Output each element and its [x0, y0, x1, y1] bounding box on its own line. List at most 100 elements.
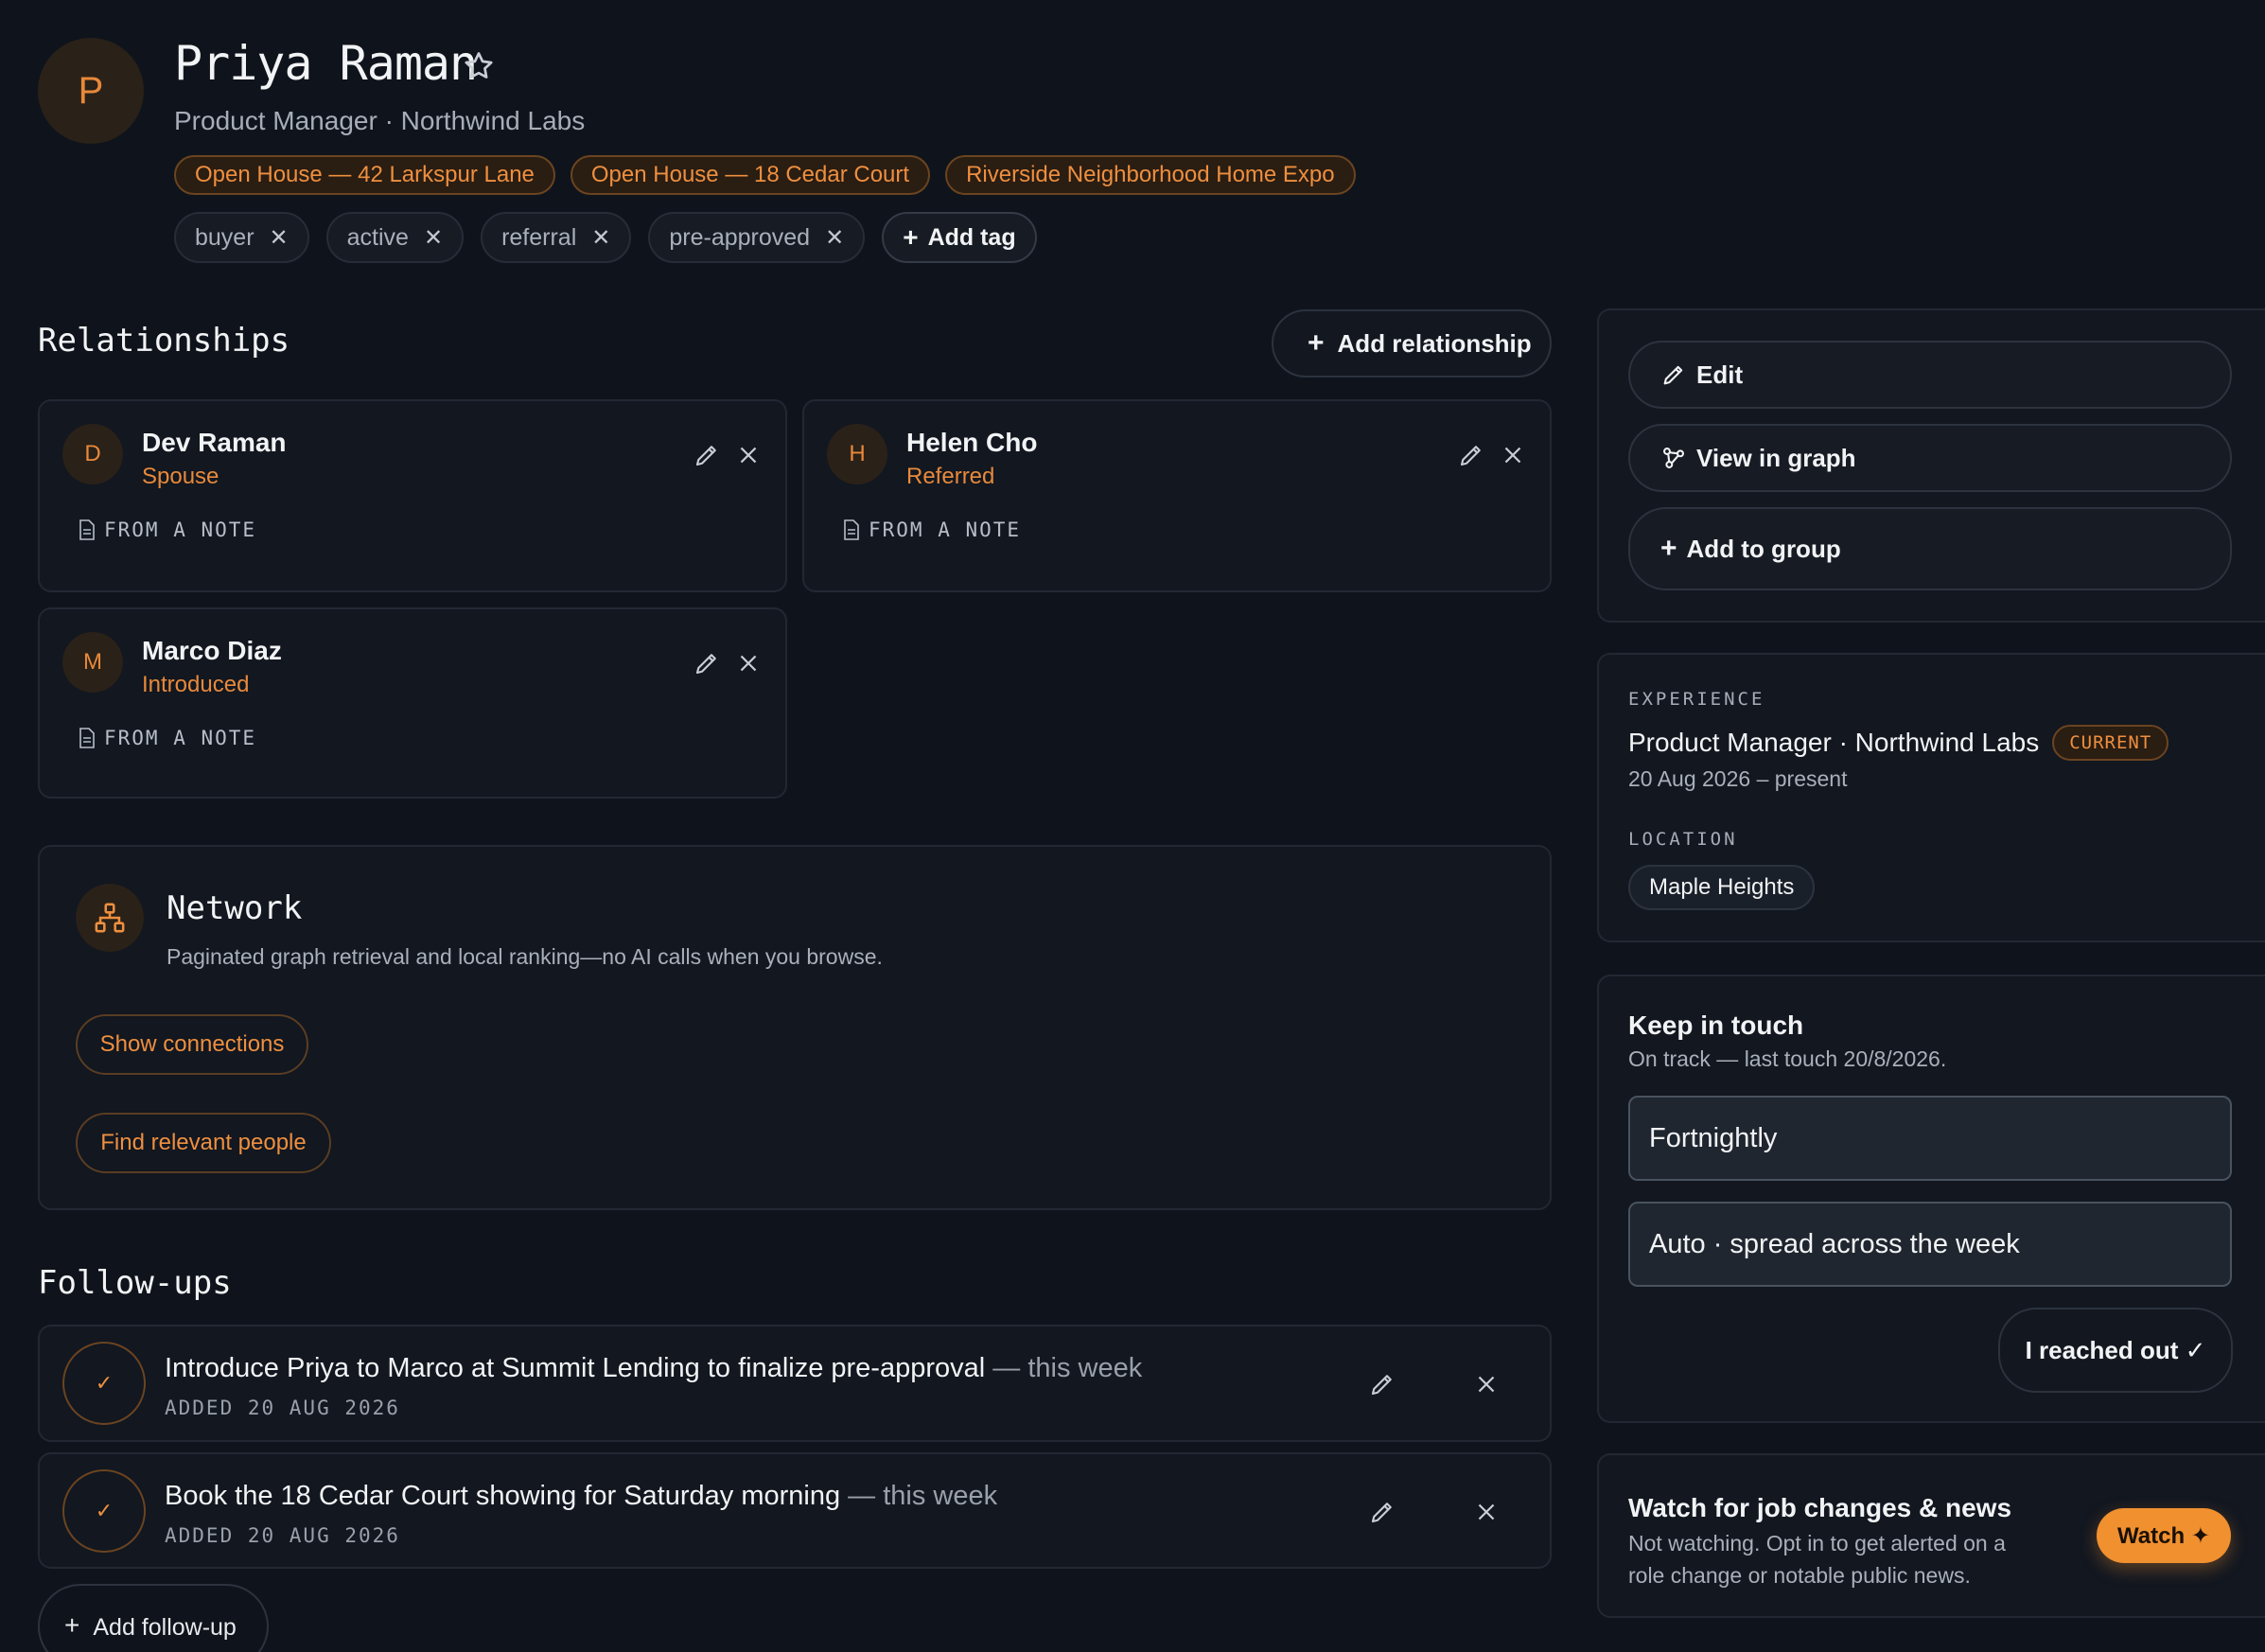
- schedule-select[interactable]: Auto · spread across the week: [1628, 1202, 2232, 1287]
- event-chip[interactable]: Riverside Neighborhood Home Expo: [945, 155, 1356, 195]
- add-followup-label: Add follow-up: [93, 1614, 237, 1641]
- experience-dates: 20 Aug 2026 – present: [1628, 766, 1848, 791]
- profile-name: Priya Raman: [174, 36, 478, 91]
- close-icon[interactable]: [1472, 1370, 1501, 1398]
- followup-title: Book the 18 Cedar Court showing for Satu…: [165, 1481, 997, 1512]
- followup-due: — this week: [985, 1353, 1143, 1383]
- find-relevant-people-button[interactable]: Find relevant people: [76, 1113, 331, 1173]
- watch-description: Not watching. Opt in to get alerted on a…: [1628, 1527, 2006, 1591]
- experience-role-row: Product Manager · Northwind Labs CURRENT: [1628, 725, 2169, 761]
- favorite-star-icon[interactable]: [462, 49, 496, 83]
- tag-chip: referral ✕: [481, 212, 632, 263]
- tag-label: active: [346, 223, 409, 251]
- document-icon: [79, 728, 95, 748]
- keep-in-touch-title: Keep in touch: [1628, 1011, 1804, 1040]
- plus-icon: +: [1660, 533, 1677, 564]
- document-icon: [79, 519, 95, 540]
- graph-icon: [1663, 448, 1684, 468]
- experience-label: EXPERIENCE: [1628, 689, 1765, 710]
- plus-icon: +: [1308, 327, 1325, 359]
- followups-heading: Follow-ups: [38, 1264, 232, 1302]
- close-icon[interactable]: [1499, 441, 1527, 469]
- show-connections-button[interactable]: Show connections: [76, 1014, 308, 1075]
- add-relationship-button[interactable]: + Add relationship: [1272, 309, 1552, 378]
- remove-tag-icon[interactable]: ✕: [424, 224, 443, 252]
- profile-avatar: P: [38, 38, 144, 144]
- relationships-heading: Relationships: [38, 322, 290, 360]
- relationship-source: FROM A NOTE: [78, 518, 256, 541]
- relationship-source: FROM A NOTE: [842, 518, 1021, 541]
- tag-label: referral: [501, 223, 577, 251]
- network-icon: [76, 884, 144, 952]
- edit-pencil-icon[interactable]: [1368, 1370, 1396, 1398]
- watch-description-line: Not watching. Opt in to get alerted on a: [1628, 1531, 2006, 1555]
- close-icon[interactable]: [734, 441, 763, 469]
- add-relationship-label: Add relationship: [1337, 328, 1532, 358]
- edit-pencil-icon: [1663, 365, 1683, 385]
- relationship-avatar: H: [827, 424, 887, 484]
- keep-in-touch-status: On track — last touch 20/8/2026.: [1628, 1046, 1947, 1071]
- complete-check-icon[interactable]: ✓: [62, 1342, 146, 1425]
- frequency-select[interactable]: Fortnightly: [1628, 1096, 2232, 1181]
- experience-role: Product Manager · Northwind Labs: [1628, 728, 2040, 757]
- profile-subtitle: Product Manager · Northwind Labs: [174, 106, 586, 135]
- relationship-name: Marco Diaz: [142, 636, 282, 665]
- document-icon: [844, 519, 859, 540]
- tag-chip: active ✕: [325, 212, 465, 263]
- remove-tag-icon[interactable]: ✕: [270, 224, 289, 252]
- add-tag-button[interactable]: + Add tag: [882, 212, 1037, 263]
- relationship-name: Dev Raman: [142, 428, 287, 457]
- location-chip: Maple Heights: [1628, 865, 1816, 910]
- edit-pencil-icon[interactable]: [693, 649, 721, 677]
- followup-item: ✓ Introduce Priya to Marco at Summit Len…: [38, 1325, 1552, 1442]
- relationship-type: Spouse: [142, 464, 219, 489]
- reached-out-button[interactable]: I reached out ✓: [1998, 1308, 2233, 1393]
- followup-added: ADDED 20 AUG 2026: [165, 1397, 400, 1419]
- remove-tag-icon[interactable]: ✕: [591, 224, 610, 252]
- relationship-avatar: M: [62, 632, 123, 693]
- event-chip[interactable]: Open House — 42 Larkspur Lane: [174, 155, 555, 195]
- edit-label: Edit: [1696, 360, 1744, 389]
- location-label: LOCATION: [1628, 829, 1738, 850]
- close-icon[interactable]: [734, 649, 763, 677]
- edit-button[interactable]: Edit: [1628, 341, 2232, 409]
- source-label: FROM A NOTE: [104, 518, 257, 541]
- relationship-card[interactable]: M Marco Diaz Introduced FROM A NOTE: [38, 607, 787, 799]
- relationship-source: FROM A NOTE: [78, 727, 256, 749]
- add-tag-label: Add tag: [927, 223, 1016, 251]
- add-group-label: Add to group: [1686, 534, 1841, 563]
- remove-tag-icon[interactable]: ✕: [825, 224, 844, 252]
- tag-label: pre-approved: [669, 223, 811, 251]
- complete-check-icon[interactable]: ✓: [62, 1469, 146, 1553]
- view-in-graph-button[interactable]: View in graph: [1628, 424, 2232, 492]
- relationship-avatar: D: [62, 424, 123, 484]
- watch-description-line: role change or notable public news.: [1628, 1563, 1971, 1588]
- relationship-type: Introduced: [142, 672, 250, 697]
- followup-added: ADDED 20 AUG 2026: [165, 1524, 400, 1547]
- followup-title: Introduce Priya to Marco at Summit Lendi…: [165, 1353, 1142, 1384]
- relationship-type: Referred: [906, 464, 995, 489]
- relationship-card[interactable]: H Helen Cho Referred FROM A NOTE: [802, 399, 1552, 592]
- edit-pencil-icon[interactable]: [1457, 441, 1485, 469]
- edit-pencil-icon[interactable]: [693, 441, 721, 469]
- event-chip[interactable]: Open House — 18 Cedar Court: [570, 155, 931, 195]
- relationship-card[interactable]: D Dev Raman Spouse FROM A NOTE: [38, 399, 787, 592]
- add-to-group-button[interactable]: + Add to group: [1628, 507, 2232, 590]
- view-graph-label: View in graph: [1696, 443, 1856, 472]
- relationship-name: Helen Cho: [906, 428, 1038, 457]
- watch-title: Watch for job changes & news: [1628, 1493, 2012, 1522]
- add-followup-button[interactable]: + Add follow-up: [38, 1584, 269, 1652]
- plus-icon: +: [903, 222, 919, 252]
- tag-list: buyer ✕ active ✕ referral ✕ pre-approved ✕ +…: [174, 212, 1037, 263]
- tag-chip: buyer ✕: [174, 212, 309, 263]
- followup-due: — this week: [840, 1481, 998, 1511]
- edit-pencil-icon[interactable]: [1368, 1498, 1396, 1526]
- tag-chip: pre-approved ✕: [648, 212, 866, 263]
- plus-icon: +: [64, 1610, 80, 1640]
- current-badge: CURRENT: [2052, 725, 2169, 761]
- close-icon[interactable]: [1472, 1498, 1501, 1526]
- tag-label: buyer: [195, 223, 255, 251]
- source-label: FROM A NOTE: [869, 518, 1022, 541]
- watch-button[interactable]: Watch ✦: [2097, 1508, 2231, 1563]
- source-label: FROM A NOTE: [104, 727, 257, 749]
